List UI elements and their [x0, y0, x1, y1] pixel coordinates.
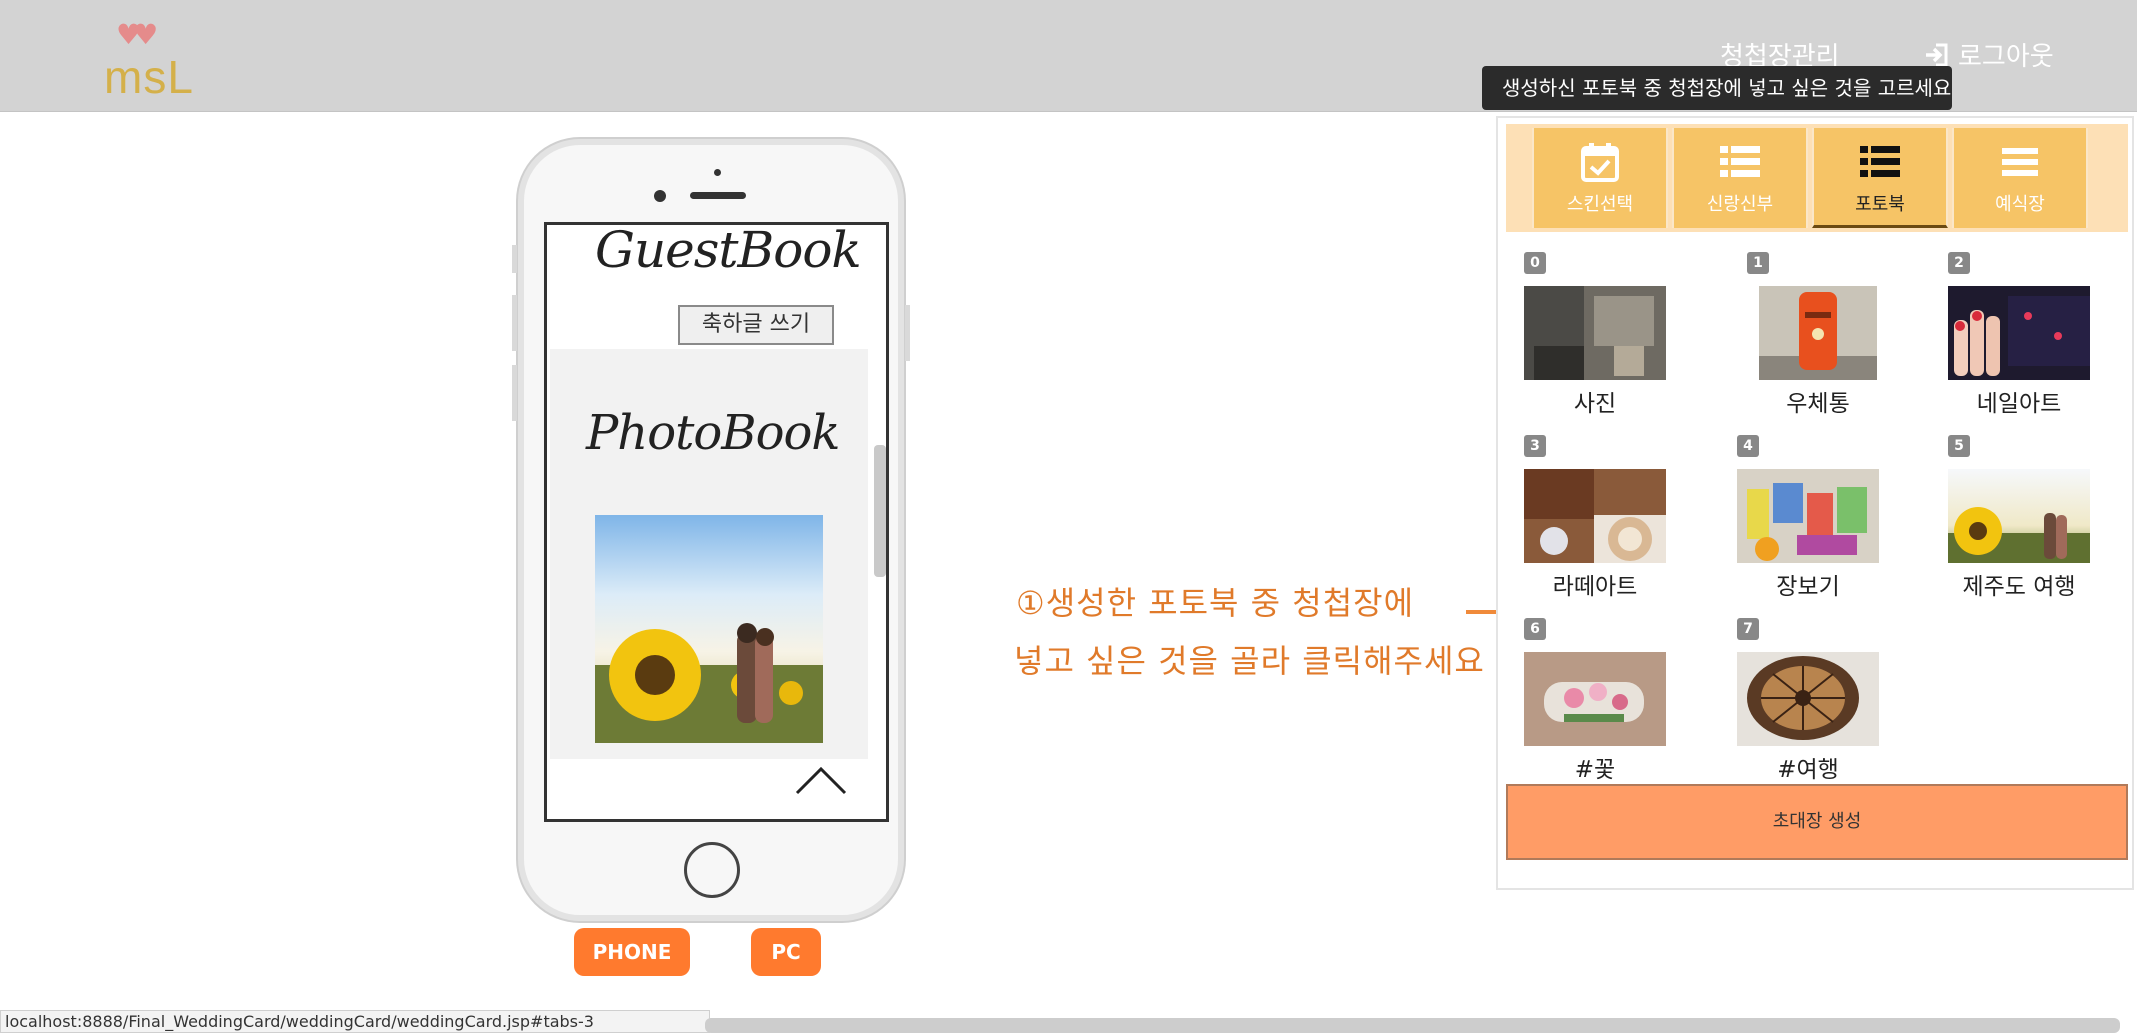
horizontal-scrollbar[interactable]: [705, 1018, 2120, 1033]
tab-label: 예식장: [1995, 194, 2045, 215]
phone-speaker: [690, 192, 746, 199]
editor-tab-bar: 스킨선택 신랑신부 포토북 예식장: [1506, 124, 2128, 232]
calendar-check-icon: [1581, 143, 1619, 182]
photobook-item[interactable]: 3 라떼아트: [1524, 435, 1684, 605]
phone-camera: [654, 190, 666, 202]
sign-in-icon: [1926, 43, 1948, 66]
phone-screen: GuestBook 축하글 쓰기 PhotoBook: [544, 222, 889, 822]
item-number-badge: 0: [1524, 252, 1546, 274]
item-label: 우체통: [1786, 391, 1850, 417]
photobook-item[interactable]: 5 제주도 여행: [1948, 435, 2108, 605]
tab-label: 신랑신부: [1706, 194, 1774, 215]
item-label: 장보기: [1776, 574, 1840, 600]
item-number-badge: 1: [1747, 252, 1769, 274]
item-number-badge: 3: [1524, 435, 1546, 457]
tab-bride-groom[interactable]: 신랑신부: [1672, 128, 1808, 228]
scroll-up-icon[interactable]: [795, 765, 847, 795]
create-invitation-button[interactable]: 초대장 생성: [1506, 784, 2128, 860]
logo-text: msL: [104, 51, 194, 103]
photobook-thumbnail[interactable]: [1737, 469, 1879, 563]
annotation-line-1: ①생성한 포토북 중 청첩장에: [1016, 584, 1415, 622]
photobook-thumbnail[interactable]: [1524, 469, 1666, 563]
phone-sensor: [714, 169, 721, 176]
photobook-thumbnail[interactable]: [1737, 652, 1879, 746]
photobook-thumbnail[interactable]: [1524, 652, 1666, 746]
site-logo[interactable]: ♥♥ msL: [102, 16, 202, 103]
tab-skin-select[interactable]: 스킨선택: [1532, 128, 1668, 228]
photobook-thumbnail[interactable]: [1759, 286, 1877, 380]
item-label: #여행: [1777, 757, 1839, 783]
photobook-thumbnail[interactable]: [1948, 286, 2090, 380]
photobook-section: PhotoBook: [550, 349, 868, 759]
pc-view-button[interactable]: PC: [751, 928, 821, 976]
item-label: 네일아트: [1976, 391, 2062, 417]
photobook-sunflower-photo[interactable]: [595, 515, 823, 743]
list-icon: [1860, 146, 1900, 177]
phone-preview-frame: GuestBook 축하글 쓰기 PhotoBook: [512, 139, 910, 921]
guestbook-title: GuestBook: [595, 222, 862, 279]
tab-label: 포토북: [1855, 194, 1905, 215]
item-number-badge: 4: [1737, 435, 1759, 457]
photobook-thumbnail[interactable]: [1948, 469, 2090, 563]
list-icon: [1720, 146, 1760, 177]
photobook-item[interactable]: 7 #여행: [1737, 618, 1897, 788]
phone-scrollbar[interactable]: [874, 445, 886, 577]
item-number-badge: 5: [1948, 435, 1970, 457]
photobook-item[interactable]: 0 사진: [1524, 252, 1684, 422]
item-number-badge: 7: [1737, 618, 1759, 640]
photobook-title: PhotoBook: [586, 405, 840, 461]
annotation-line-2: 넣고 싶은 것을 골라 클릭해주세요: [1014, 642, 1485, 680]
item-number-badge: 2: [1948, 252, 1970, 274]
write-congratulation-button[interactable]: 축하글 쓰기: [678, 305, 834, 345]
phone-side-button: [512, 245, 517, 273]
photobook-tooltip: 생성하신 포토북 중 청첩장에 넣고 싶은 것을 고르세요: [1482, 66, 1952, 110]
item-label: 제주도 여행: [1962, 574, 2076, 600]
logout-label: 로그아웃: [1958, 42, 2054, 72]
phone-side-button: [512, 295, 517, 351]
item-number-badge: 6: [1524, 618, 1546, 640]
item-label: 사진: [1573, 391, 1617, 417]
browser-status-url: localhost:8888/Final_WeddingCard/wedding…: [0, 1010, 710, 1033]
phone-view-button[interactable]: PHONE: [574, 928, 690, 976]
photobook-item[interactable]: 2 네일아트: [1948, 252, 2108, 422]
phone-side-button: [512, 365, 517, 421]
photobook-item[interactable]: 6 #꽃: [1524, 618, 1684, 788]
photobook-thumbnail[interactable]: [1524, 286, 1666, 380]
phone-side-button: [905, 305, 910, 361]
editor-panel: 스킨선택 신랑신부 포토북 예식장 0 사진 1 우체통 2 네일아트 3 라떼…: [1496, 116, 2134, 890]
tab-photobook[interactable]: 포토북: [1812, 128, 1948, 228]
heart-logo-icon: ♥♥: [116, 18, 158, 51]
photobook-item[interactable]: 1 우체통: [1747, 252, 1907, 422]
menu-icon: [2002, 148, 2038, 176]
tab-wedding-hall[interactable]: 예식장: [1952, 128, 2088, 228]
tab-label: 스킨선택: [1566, 194, 1634, 215]
phone-home-button: [684, 842, 740, 898]
item-label: 라떼아트: [1552, 574, 1638, 600]
photobook-item[interactable]: 4 장보기: [1737, 435, 1897, 605]
item-label: #꽃: [1574, 757, 1616, 783]
